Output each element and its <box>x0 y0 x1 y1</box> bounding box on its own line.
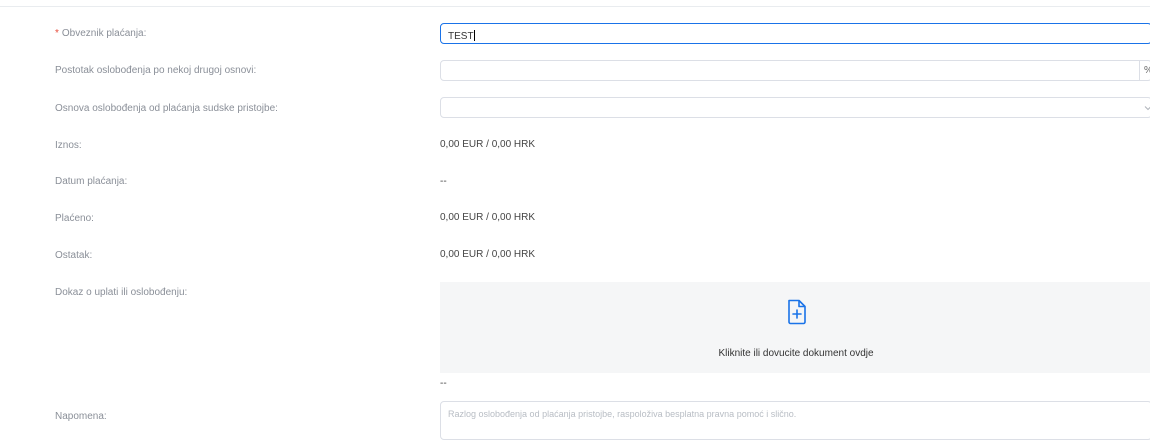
percentage-input[interactable]: % <box>440 60 1150 81</box>
payment-date-label: Datum plaćanja: <box>55 176 128 187</box>
note-placeholder: Razlog oslobođenja od plaćanja pristojbe… <box>448 409 797 419</box>
remainder-label: Ostatak: <box>55 250 93 261</box>
payer-label: * Obveznik plaćanja: <box>55 28 146 40</box>
note-label: Napomena: <box>55 411 107 422</box>
paid-label: Plaćeno: <box>55 213 94 224</box>
amount-value: 0,00 EUR / 0,00 HRK <box>440 139 536 150</box>
proof-label: Dokaz o uplati ili oslobođenju: <box>55 287 188 298</box>
payer-input-value: TEST <box>448 30 475 43</box>
payer-input[interactable]: TEST <box>440 23 1150 44</box>
upload-dropzone[interactable]: Kliknite ili dovucite dokument ovdje <box>440 282 1150 373</box>
basis-select[interactable] <box>440 97 1150 118</box>
payer-value: TEST <box>448 31 474 42</box>
amount-label: Iznos: <box>55 140 82 151</box>
paid-value: 0,00 EUR / 0,00 HRK <box>440 212 536 223</box>
top-divider <box>0 6 1150 7</box>
percentage-label: Postotak oslobođenja po nekoj drugoj osn… <box>55 65 257 76</box>
basis-label: Osnova oslobođenja od plaćanja sudske pr… <box>55 103 278 114</box>
percent-suffix: % <box>1139 61 1150 80</box>
file-plus-icon <box>788 299 806 325</box>
note-textarea[interactable]: Razlog oslobođenja od plaćanja pristojbe… <box>440 401 1150 440</box>
text-caret <box>473 30 475 41</box>
payer-label-text: Obveznik plaćanja: <box>61 28 147 39</box>
remainder-value: 0,00 EUR / 0,00 HRK <box>440 249 536 260</box>
chevron-down-icon <box>1144 106 1150 111</box>
required-mark: * <box>55 28 59 39</box>
proof-value: -- <box>440 378 447 389</box>
payment-date-value: -- <box>440 176 447 187</box>
upload-instruction: Kliknite ili dovucite dokument ovdje <box>718 348 874 359</box>
